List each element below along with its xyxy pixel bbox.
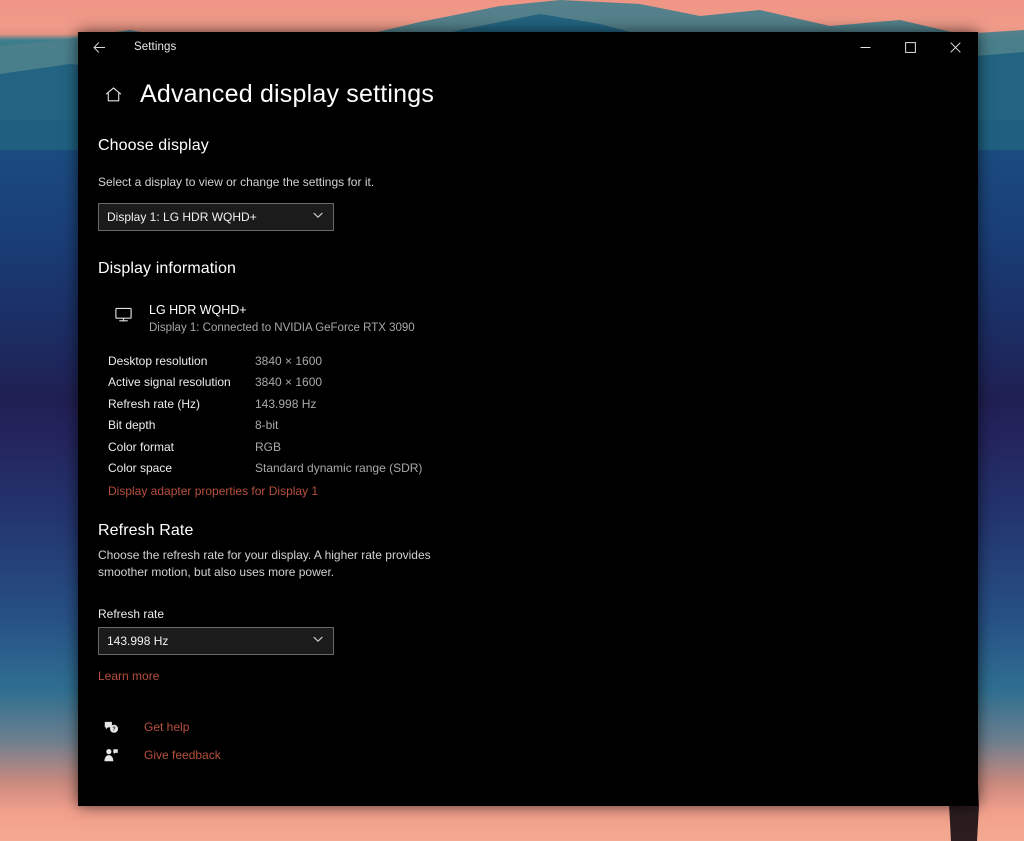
spec-value: RGB — [255, 439, 282, 454]
refresh-rate-select[interactable]: 143.998 Hz — [98, 627, 334, 655]
table-row: Color space Standard dynamic range (SDR) — [108, 458, 978, 480]
display-select[interactable]: Display 1: LG HDR WQHD+ — [98, 203, 334, 231]
spec-value: Standard dynamic range (SDR) — [255, 461, 423, 476]
table-row: Bit depth 8-bit — [108, 415, 978, 437]
svg-text:?: ? — [112, 727, 115, 733]
learn-more-link[interactable]: Learn more — [98, 669, 159, 683]
back-button[interactable] — [78, 32, 120, 62]
display-information-section: Display information LG HDR WQHD+ Display… — [78, 260, 978, 500]
page-header: Advanced display settings — [78, 80, 978, 109]
display-information-heading: Display information — [98, 260, 236, 277]
refresh-rate-field-label: Refresh rate — [98, 607, 165, 621]
spec-value: 143.998 Hz — [255, 396, 317, 411]
spec-value: 3840 × 1600 — [255, 353, 323, 368]
get-help-row[interactable]: ? Get help — [98, 714, 221, 740]
spec-value: 8-bit — [255, 418, 279, 433]
refresh-rate-heading: Refresh Rate — [98, 522, 194, 539]
home-icon — [105, 87, 121, 102]
close-button[interactable] — [933, 32, 978, 62]
close-icon — [950, 41, 961, 53]
desktop-wallpaper: Settings Advanced display settings Choos… — [0, 0, 1024, 841]
minimize-button[interactable] — [843, 32, 888, 62]
home-button[interactable] — [98, 85, 128, 104]
feedback-person-icon — [104, 749, 118, 762]
device-text: LG HDR WQHD+ Display 1: Connected to NVI… — [149, 302, 415, 336]
monitor-icon — [114, 307, 132, 322]
footer-links: ? Get help Give feedback — [98, 714, 221, 768]
maximize-icon — [905, 41, 916, 53]
give-feedback-label[interactable]: Give feedback — [144, 748, 221, 762]
monitor-icon-wrap — [108, 302, 138, 324]
help-bubble-icon-wrap: ? — [98, 719, 124, 735]
table-row: Active signal resolution 3840 × 1600 — [108, 372, 978, 394]
chevron-down-icon — [312, 632, 324, 650]
display-adapter-properties-link[interactable]: Display adapter properties for Display 1 — [108, 484, 318, 498]
app-title: Settings — [134, 41, 177, 53]
table-row: Desktop resolution 3840 × 1600 — [108, 350, 978, 372]
spec-label: Active signal resolution — [108, 375, 231, 390]
give-feedback-row[interactable]: Give feedback — [98, 742, 221, 768]
chevron-down-icon — [312, 208, 324, 226]
refresh-rate-section: Refresh Rate Choose the refresh rate for… — [78, 522, 978, 685]
choose-display-description: Select a display to view or change the s… — [98, 175, 375, 189]
page-title: Advanced display settings — [140, 80, 435, 108]
choose-display-section: Choose display Select a display to view … — [78, 137, 978, 231]
device-name: LG HDR WQHD+ — [149, 303, 247, 317]
spec-label: Refresh rate (Hz) — [108, 396, 201, 411]
spec-value: 3840 × 1600 — [255, 375, 323, 390]
settings-content: Advanced display settings Choose display… — [78, 62, 978, 806]
settings-window: Settings Advanced display settings Choos… — [78, 32, 978, 806]
window-controls — [843, 32, 978, 62]
back-arrow-icon — [93, 41, 105, 53]
get-help-label[interactable]: Get help — [144, 720, 189, 734]
table-row: Color format RGB — [108, 436, 978, 458]
maximize-button[interactable] — [888, 32, 933, 62]
help-bubble-icon: ? — [104, 721, 119, 733]
spec-label: Bit depth — [108, 418, 156, 433]
spec-label: Color format — [108, 439, 175, 454]
minimize-icon — [860, 46, 871, 48]
display-select-value: Display 1: LG HDR WQHD+ — [107, 210, 257, 224]
spec-label: Color space — [108, 461, 173, 476]
table-row: Refresh rate (Hz) 143.998 Hz — [108, 393, 978, 415]
refresh-rate-select-value: 143.998 Hz — [107, 634, 169, 648]
refresh-rate-description: Choose the refresh rate for your display… — [98, 548, 431, 579]
spec-table: Desktop resolution 3840 × 1600 Active si… — [98, 350, 978, 479]
choose-display-heading: Choose display — [98, 137, 209, 154]
device-connection: Display 1: Connected to NVIDIA GeForce R… — [149, 322, 415, 334]
title-bar[interactable]: Settings — [78, 32, 978, 62]
spec-label: Desktop resolution — [108, 353, 208, 368]
feedback-person-icon-wrap — [98, 747, 124, 763]
device-row: LG HDR WQHD+ Display 1: Connected to NVI… — [98, 302, 978, 336]
